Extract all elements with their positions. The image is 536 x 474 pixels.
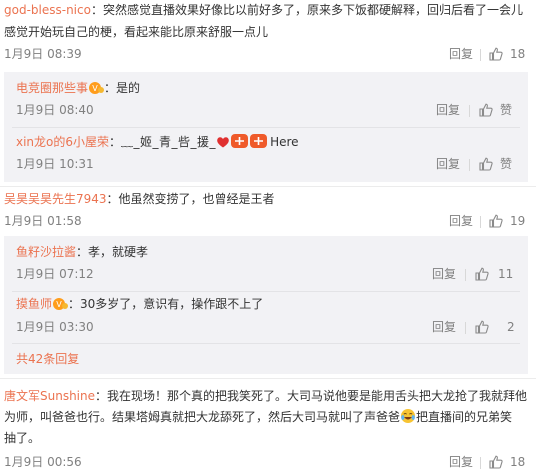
reply-time: 1月9日 08:40 xyxy=(16,103,94,117)
reply-button[interactable]: 回复 xyxy=(432,264,456,284)
reply-author[interactable]: xin龙o的6小屋荣 xyxy=(16,135,109,149)
thumb-up-icon[interactable] xyxy=(489,214,503,228)
like-count: 11 xyxy=(498,267,514,281)
reply-author[interactable]: 鱼籽沙拉酱 xyxy=(16,245,76,259)
thumb-up-icon[interactable] xyxy=(479,157,493,171)
reply-item: xin龙o的6小屋荣：﹏_姬_青_呰_援_ Here xyxy=(16,132,299,155)
reply-author[interactable]: 摸鱼师 xyxy=(16,297,52,311)
vip-badge-icon: V xyxy=(88,81,105,101)
divider xyxy=(12,291,520,292)
reply-item: 摸鱼师 V ：30多岁了，意识有，操作跟不上了 xyxy=(16,294,263,317)
reply-time: 1月9日 07:12 xyxy=(16,267,94,281)
divider xyxy=(465,269,466,281)
comment-text: god-bless-nico：突然感觉直播效果好像比以前好多了，原来多下饭都硬解… xyxy=(4,3,523,17)
comment-author[interactable]: 唐文军Sunshine xyxy=(4,389,95,403)
divider xyxy=(12,127,520,128)
reply-button[interactable]: 回复 xyxy=(449,452,473,472)
reply-item: 电竞圈那些事 V ：是的 xyxy=(16,78,140,101)
vip-badge-icon: V xyxy=(52,297,69,317)
reply-button[interactable]: 回复 xyxy=(449,44,473,64)
reply-time: 1月9日 10:31 xyxy=(16,157,94,171)
divider xyxy=(480,457,481,469)
divider xyxy=(0,186,536,187)
thumb-up-icon[interactable] xyxy=(475,320,489,334)
reply-item: 鱼籽沙拉酱：孝，就硬孝 xyxy=(16,245,149,259)
divider xyxy=(469,159,470,171)
like-count: 2 xyxy=(507,320,515,334)
thumb-up-icon[interactable] xyxy=(475,267,489,281)
like-count: 18 xyxy=(510,455,526,469)
like-count: 18 xyxy=(510,47,526,61)
comment-time: 1月9日 01:58 xyxy=(4,214,82,228)
svg-text:V: V xyxy=(56,300,62,309)
thumb-up-icon[interactable] xyxy=(489,455,503,469)
thumb-up-icon[interactable] xyxy=(479,103,493,117)
reply-list: 电竞圈那些事 V ：是的 1月9日 08:40 回复 赞 xin龙o的6小屋荣：… xyxy=(4,72,528,182)
comment-author[interactable]: god-bless-nico xyxy=(4,3,91,17)
divider xyxy=(0,378,536,379)
reply-button[interactable]: 回复 xyxy=(432,317,456,337)
divider xyxy=(480,49,481,61)
heart-emoji-icon xyxy=(216,135,230,155)
divider xyxy=(480,216,481,228)
like-count: 19 xyxy=(510,214,526,228)
more-replies-link[interactable]: 共42条回复 xyxy=(16,349,79,369)
reply-list: 鱼籽沙拉酱：孝，就硬孝 1月9日 07:12 回复 11 摸鱼师 V ：30多岁… xyxy=(4,236,528,374)
reply-button[interactable]: 回复 xyxy=(436,100,460,120)
comment-author[interactable]: 吴昊吴昊先生7943 xyxy=(4,192,107,206)
comment-time: 1月9日 00:56 xyxy=(4,455,82,469)
comment-text-line2: 感觉开始玩自己的梗，看起来能比原来舒服一点儿 xyxy=(4,25,269,39)
like-label[interactable]: 赞 xyxy=(500,154,512,174)
reply-time: 1月9日 03:30 xyxy=(16,320,94,334)
comment-text-line3: 抽了。 xyxy=(4,431,41,445)
comment-text: 唐文军Sunshine：我在现场！那个真的把我笑死了。大司马说他要是能用舌头把大… xyxy=(4,389,528,403)
comment-time: 1月9日 08:39 xyxy=(4,47,82,61)
comment-text: 吴昊吴昊先生7943：他虽然变捞了，也曾经是王者 xyxy=(4,192,275,206)
like-label[interactable]: 赞 xyxy=(500,100,512,120)
reply-button[interactable]: 回复 xyxy=(449,211,473,231)
divider xyxy=(12,343,520,344)
reply-author[interactable]: 电竞圈那些事 xyxy=(16,81,88,95)
laughing-emoji-icon xyxy=(400,408,416,430)
divider xyxy=(469,105,470,117)
reply-button[interactable]: 回复 xyxy=(436,154,460,174)
divider xyxy=(465,322,466,334)
sticker-icon xyxy=(230,133,268,155)
comment-text-line2: 为师，叫爸爸也行。结果塔姆真就把大龙舔死了，然后大司马就叫了声爸爸 把直播间的兄… xyxy=(4,407,512,430)
svg-text:V: V xyxy=(92,84,98,93)
thumb-up-icon[interactable] xyxy=(489,47,503,61)
